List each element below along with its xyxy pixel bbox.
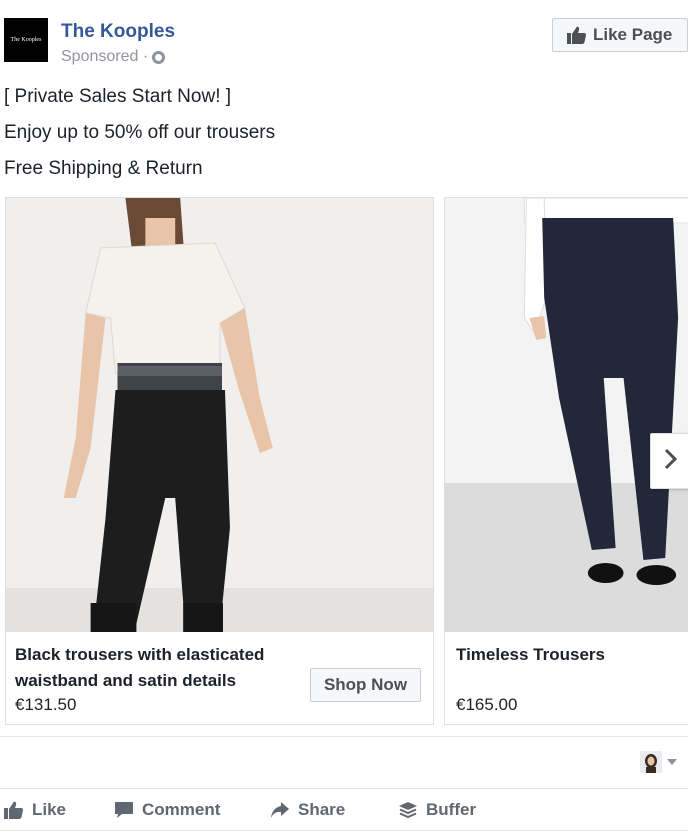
globe-icon	[152, 50, 166, 64]
action-bar: Like Comment Share Buffer	[0, 790, 688, 830]
post-line-2: Enjoy up to 50% off our trousers	[4, 122, 276, 143]
product-image[interactable]	[6, 198, 433, 632]
divider	[0, 736, 688, 737]
like-button[interactable]: Like	[4, 790, 66, 830]
logo-text: The Kooples	[10, 37, 42, 43]
buffer-label: Buffer	[426, 800, 477, 819]
product-title[interactable]: Timeless Trousers	[456, 642, 686, 668]
buffer-icon	[399, 802, 417, 819]
carousel-next-button[interactable]	[650, 433, 688, 489]
page-logo[interactable]: The Kooples	[4, 18, 48, 62]
page-name-link[interactable]: The Kooples	[61, 21, 175, 43]
product-image[interactable]	[445, 198, 688, 632]
thumbs-up-icon	[4, 801, 23, 819]
buffer-button[interactable]: Buffer	[398, 790, 476, 830]
sponsored-text: Sponsored ·	[61, 48, 149, 65]
like-label: Like	[32, 800, 67, 819]
share-button[interactable]: Share	[270, 790, 345, 830]
product-carousel: Black trousers with elasticated waistban…	[0, 197, 688, 725]
divider	[0, 788, 688, 789]
shop-now-button[interactable]: Shop Now	[310, 668, 421, 702]
actor-selector[interactable]	[640, 750, 684, 774]
carousel-card[interactable]: Black trousers with elasticated waistban…	[5, 197, 434, 725]
sponsored-label: Sponsored ·	[61, 48, 166, 66]
share-icon	[271, 802, 289, 818]
post-line-3: Free Shipping & Return	[4, 158, 203, 179]
divider	[0, 830, 688, 831]
post-header: The Kooples The Kooples Sponsored · Like…	[0, 0, 688, 80]
product-price: €131.50	[15, 695, 77, 714]
post-line-1: [ Private Sales Start Now! ]	[4, 86, 232, 107]
avatar	[640, 751, 662, 773]
product-price: €165.00	[456, 695, 518, 714]
like-page-button[interactable]: Like Page	[552, 18, 688, 52]
comment-label: Comment	[142, 800, 221, 819]
product-title[interactable]: Black trousers with elasticated waistban…	[15, 642, 305, 694]
thumbs-up-icon	[567, 26, 587, 44]
caret-down-icon	[667, 759, 677, 765]
comment-icon	[115, 802, 133, 818]
comment-button[interactable]: Comment	[114, 790, 220, 830]
chevron-right-icon	[663, 447, 679, 476]
share-label: Share	[298, 800, 346, 819]
like-page-label: Like Page	[593, 25, 673, 44]
